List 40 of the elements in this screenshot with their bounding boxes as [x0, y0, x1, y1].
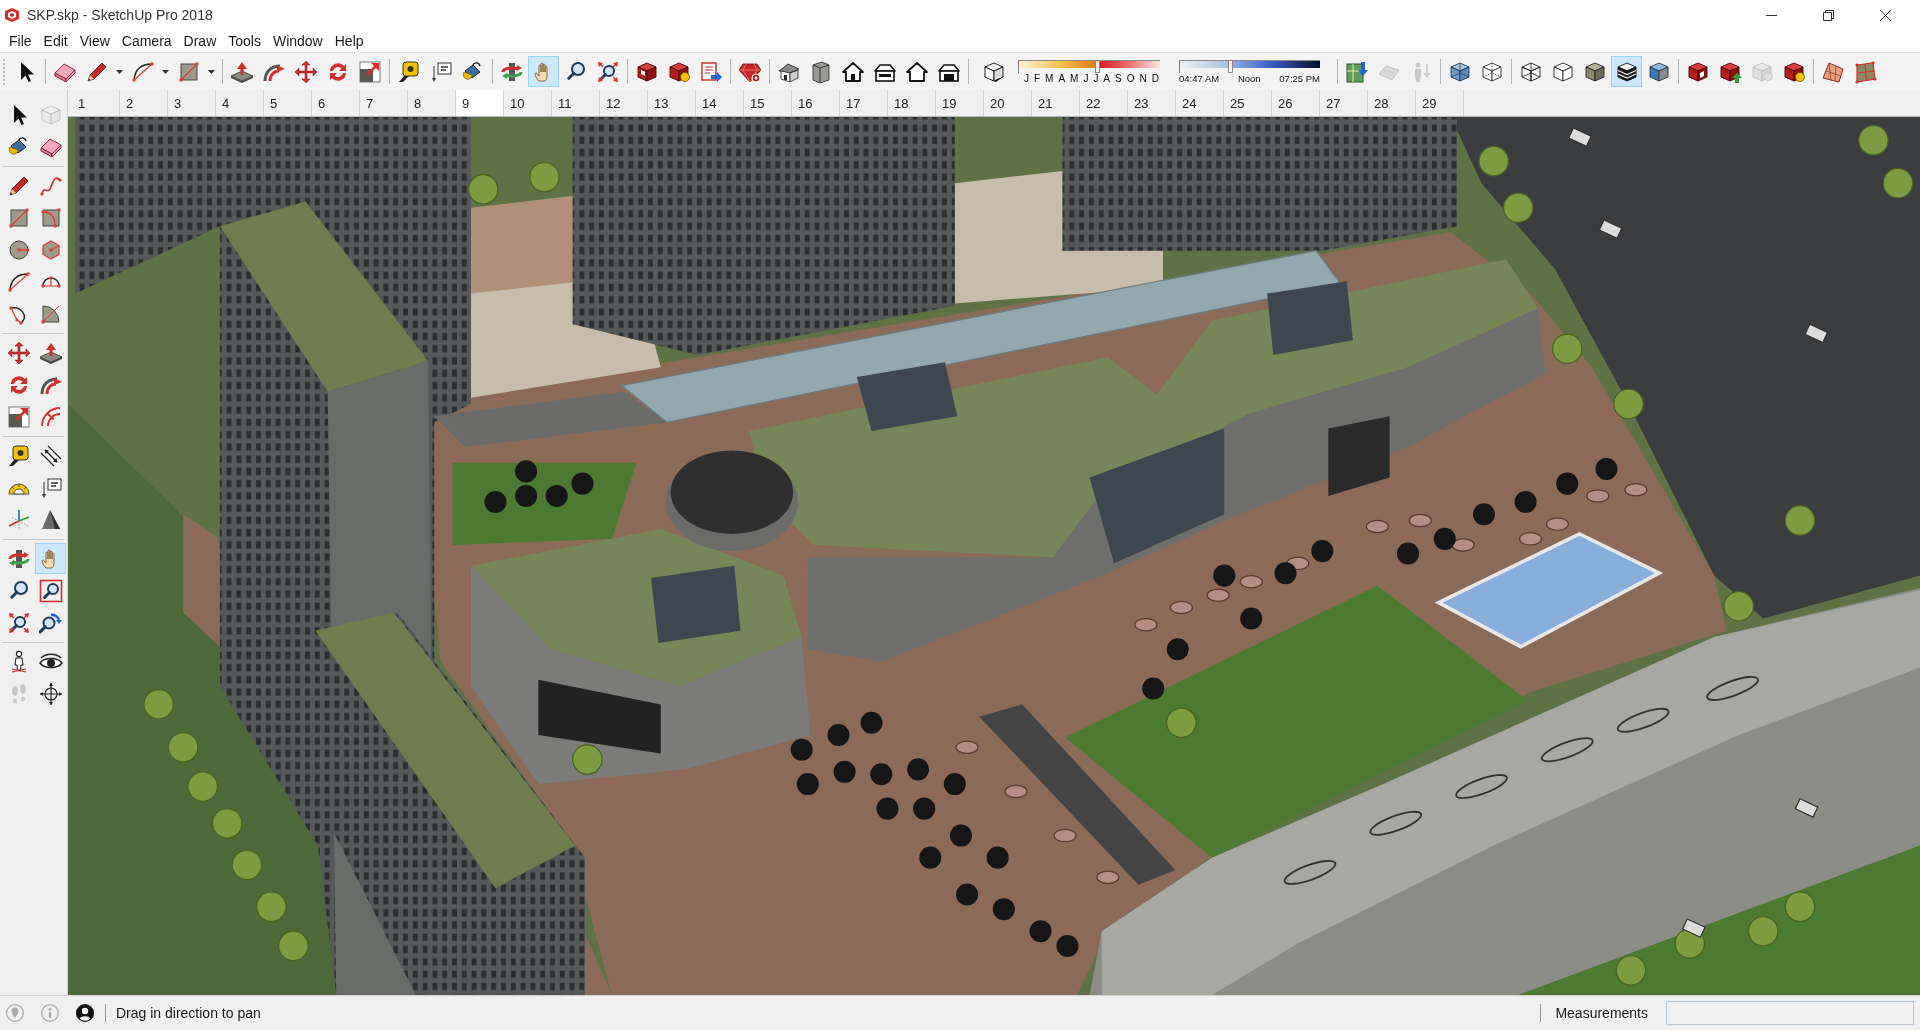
month-label: A: [1058, 72, 1066, 84]
time-label: Noon: [1237, 72, 1261, 84]
minimize-icon[interactable]: [1766, 14, 1777, 16]
menu-item[interactable]: Tools: [222, 31, 267, 51]
month-label: J: [1083, 72, 1089, 84]
month-label: M: [1070, 72, 1079, 84]
month-label: A: [1103, 72, 1111, 84]
month-label: M: [1045, 72, 1054, 84]
month-label: O: [1126, 72, 1135, 84]
window-title: SKP.skp - SketchUp Pro 2018: [27, 7, 213, 23]
close-icon[interactable]: [1880, 9, 1891, 21]
slider-thumb[interactable]: [1095, 60, 1101, 73]
time-label: 07:25 PM: [1279, 72, 1320, 84]
menu-item[interactable]: Edit: [37, 31, 74, 51]
month-label: D: [1151, 72, 1159, 84]
caret-icon[interactable]: [162, 69, 169, 74]
month-label: N: [1139, 72, 1147, 84]
caret-icon[interactable]: [208, 69, 215, 74]
month-label: F: [1034, 72, 1041, 84]
date-slider-track[interactable]: [1018, 59, 1160, 73]
menu-item[interactable]: View: [73, 31, 116, 51]
app-logo-icon: [4, 7, 20, 23]
slider-thumb[interactable]: [1227, 60, 1233, 73]
menu-item[interactable]: Draw: [177, 31, 223, 51]
month-label: J: [1024, 72, 1029, 84]
menu-item[interactable]: Camera: [115, 31, 178, 51]
time-slider-track[interactable]: [1179, 59, 1320, 73]
time-label: 04:47 AM: [1179, 72, 1220, 84]
user-account-icon[interactable]: [76, 1004, 94, 1022]
measurements-label: Measurements: [1555, 1005, 1648, 1021]
month-label: J: [1093, 72, 1099, 84]
status-message: Drag in direction to pan: [116, 1005, 261, 1021]
menu-item[interactable]: File: [3, 31, 38, 51]
menu-item[interactable]: Window: [266, 31, 329, 51]
restore-icon[interactable]: [1823, 9, 1834, 21]
scene-tab[interactable]: 9: [456, 90, 504, 116]
measurements-field[interactable]: [1666, 1001, 1914, 1025]
caret-icon[interactable]: [116, 69, 123, 74]
menu-item[interactable]: Help: [328, 31, 370, 51]
month-label: S: [1115, 72, 1122, 84]
